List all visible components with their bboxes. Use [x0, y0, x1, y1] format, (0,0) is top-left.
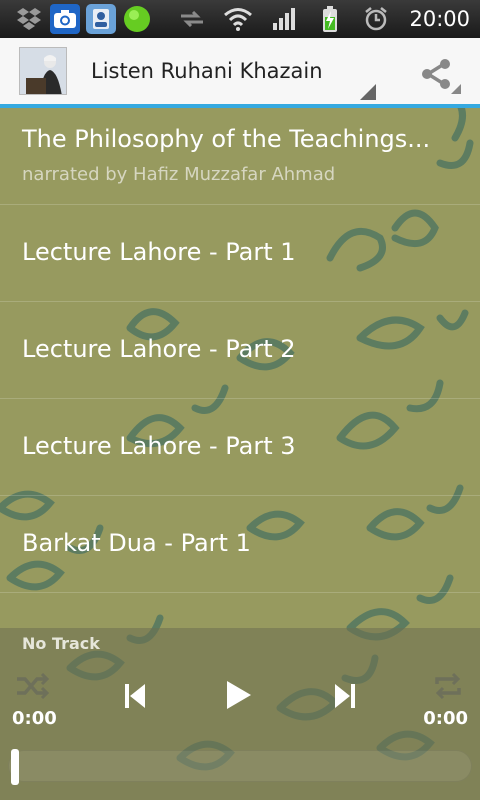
app-logo [19, 47, 67, 95]
list-item-title: Lecture Lahore - Part 1 [22, 238, 296, 266]
play-icon[interactable] [220, 677, 256, 713]
total-duration: 0:00 [423, 708, 468, 729]
share-icon[interactable] [418, 56, 454, 92]
list-item-title: Barkat Dua - Part 1 [22, 529, 251, 557]
media-player: No Track 0:00 0:00 [0, 628, 480, 800]
green-dot-icon [122, 4, 152, 34]
wifi-icon [223, 4, 253, 34]
alarm-icon [361, 4, 391, 34]
list-item-subtitle: narrated by Hafiz Muzzafar Ahmad [22, 164, 336, 185]
app-title[interactable]: Listen Ruhani Khazain [91, 59, 323, 83]
previous-icon[interactable] [117, 678, 153, 714]
track-name: No Track [22, 634, 100, 653]
list-item-title: Lecture Lahore - Part 3 [22, 432, 296, 460]
battery-charging-icon [315, 4, 345, 34]
track-list: The Philosophy of the Teachings... narra… [0, 108, 480, 593]
clock: 20:00 [409, 7, 470, 31]
next-icon[interactable] [327, 678, 363, 714]
list-item-title: Lecture Lahore - Part 2 [22, 335, 296, 363]
list-item-title: The Philosophy of the Teachings... [22, 125, 431, 153]
list-item[interactable]: Lecture Lahore - Part 2 [0, 302, 480, 399]
seek-bar-thumb[interactable] [11, 749, 19, 785]
seek-bar[interactable] [8, 749, 472, 785]
list-item[interactable]: Lecture Lahore - Part 3 [0, 399, 480, 496]
elapsed-time: 0:00 [12, 708, 57, 729]
list-item[interactable]: The Philosophy of the Teachings... narra… [0, 108, 480, 205]
action-bar: Listen Ruhani Khazain [0, 38, 480, 108]
overflow-indicator-icon[interactable] [451, 84, 461, 94]
sync-arrows-icon [177, 4, 207, 34]
contacts-app-icon [86, 4, 116, 34]
repeat-icon[interactable] [430, 668, 466, 704]
list-item[interactable]: Lecture Lahore - Part 1 [0, 205, 480, 302]
dropbox-icon [14, 4, 44, 34]
status-bar: 20:00 [0, 0, 480, 38]
signal-icon [269, 4, 299, 34]
dropdown-indicator-icon[interactable] [360, 84, 376, 100]
camera-icon [50, 4, 80, 34]
list-item[interactable]: Barkat Dua - Part 1 [0, 496, 480, 593]
shuffle-icon[interactable] [14, 668, 50, 704]
